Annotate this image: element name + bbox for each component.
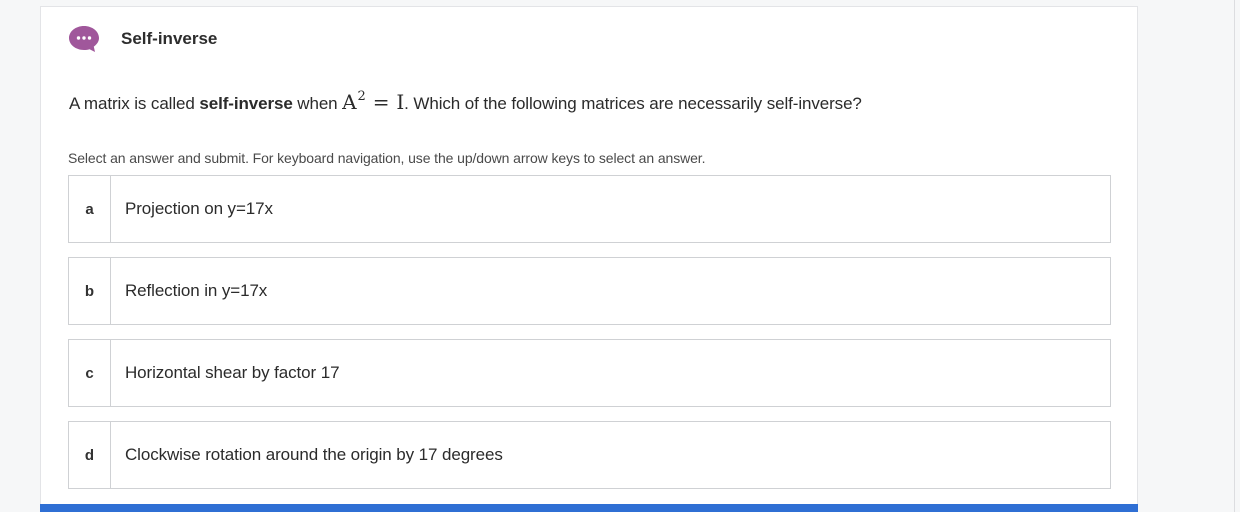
question-text: A matrix is called self-inverse when A2 =… [69, 89, 862, 114]
option-letter: d [69, 422, 111, 488]
page-divider [1234, 0, 1235, 512]
submit-bar[interactable] [40, 504, 1138, 512]
answer-option-b[interactable]: b Reflection in y=17x [68, 257, 1111, 325]
math-equals: = [372, 90, 390, 114]
option-text: Horizontal shear by factor 17 [125, 363, 340, 382]
question-term: self-inverse [199, 94, 293, 113]
math-exponent: 2 [357, 89, 366, 104]
math-base: A [342, 90, 357, 114]
question-card: Self-inverse A matrix is called self-inv… [40, 6, 1138, 512]
answer-option-a[interactable]: a Projection on y=17x [68, 175, 1111, 243]
option-letter: a [69, 176, 111, 242]
answer-option-c[interactable]: c Horizontal shear by factor 17 [68, 339, 1111, 407]
question-prefix: A matrix is called [69, 94, 200, 113]
question-title: Self-inverse [121, 29, 218, 48]
answer-options: a Projection on y=17x b Reflection in y=… [68, 175, 1111, 503]
option-text: Projection on y=17x [125, 199, 273, 218]
math-rhs: I [396, 90, 405, 114]
option-letter: c [69, 340, 111, 406]
question-middle: when [292, 94, 343, 113]
answer-instructions: Select an answer and submit. For keyboar… [68, 150, 706, 166]
chat-bubble-icon [68, 25, 100, 53]
answer-option-d[interactable]: d Clockwise rotation around the origin b… [68, 421, 1111, 489]
option-text: Clockwise rotation around the origin by … [125, 445, 503, 464]
option-text: Reflection in y=17x [125, 281, 268, 300]
question-suffix: . Which of the following matrices are ne… [404, 94, 862, 113]
option-letter: b [69, 258, 111, 324]
page: Self-inverse A matrix is called self-inv… [0, 0, 1240, 512]
question-header: Self-inverse [68, 23, 217, 55]
math-expression: A2 = I [342, 89, 405, 114]
